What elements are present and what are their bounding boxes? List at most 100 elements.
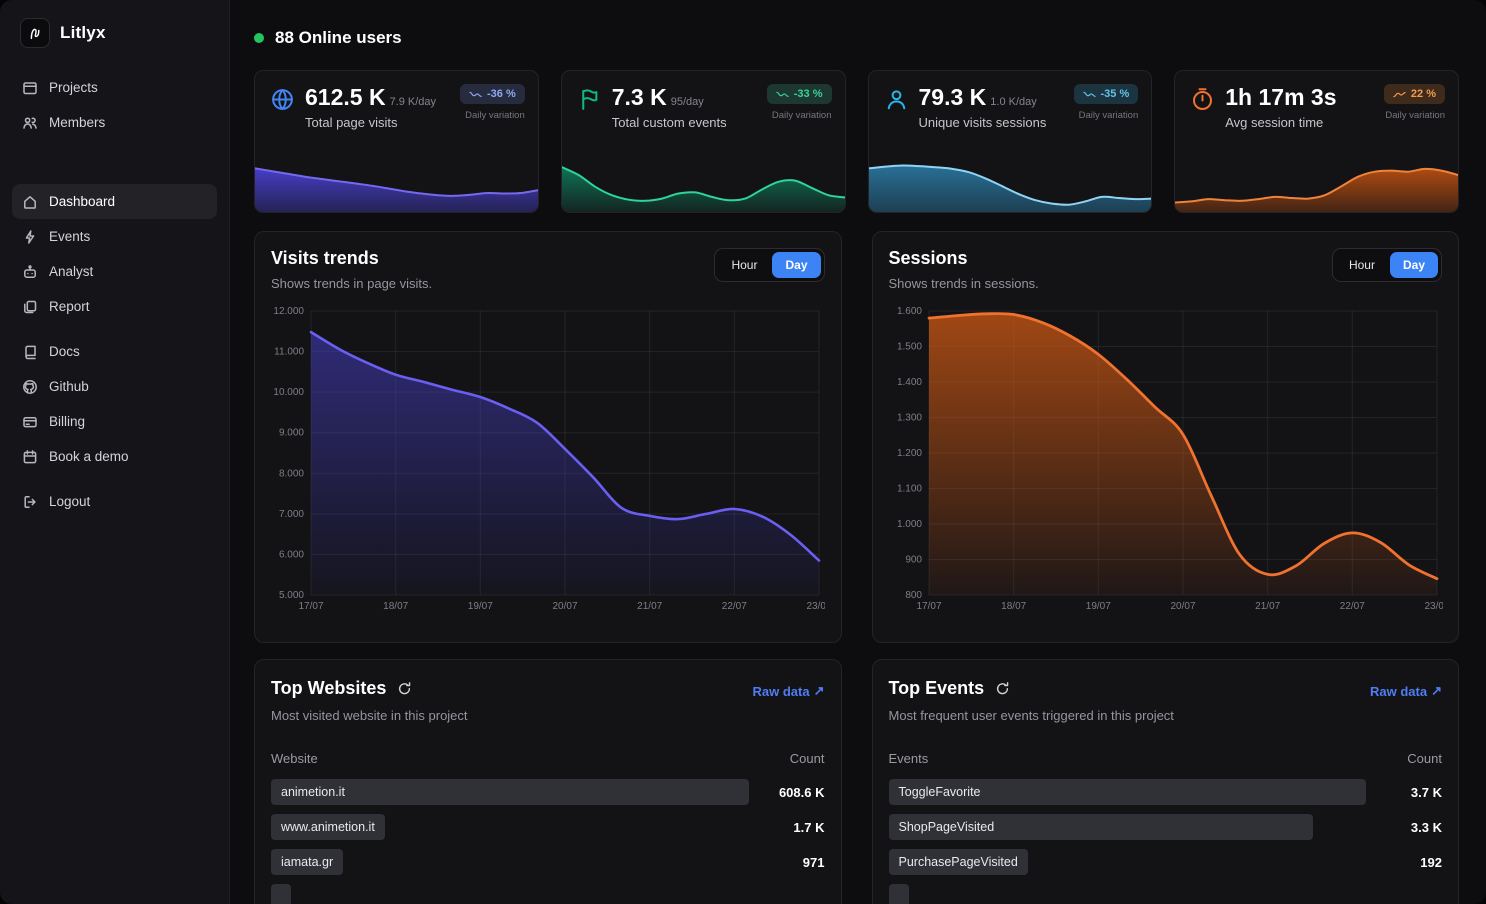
svg-text:1.300: 1.300 [896, 413, 921, 424]
stat-label: Total custom events [612, 115, 757, 130]
logout-icon [22, 494, 38, 510]
svg-text:900: 900 [905, 555, 922, 566]
users-icon [22, 115, 38, 131]
row-label: animetion.it [281, 785, 345, 799]
daily-variation-label: Daily variation [1074, 110, 1139, 121]
variation-badge: -36 % [460, 84, 525, 104]
toggle-hour-button[interactable]: Hour [718, 252, 770, 278]
svg-text:10.000: 10.000 [273, 387, 304, 398]
sidebar-spacer [12, 474, 217, 484]
table-title: Top Events [889, 678, 985, 699]
row-count: 192 [1378, 855, 1442, 870]
sidebar-item-dashboard[interactable]: Dashboard [12, 184, 217, 219]
row-bar: PurchasePageVisited [889, 849, 1028, 875]
svg-text:19/07: 19/07 [1085, 601, 1110, 612]
sidebar-item-label: Events [49, 229, 90, 244]
book-icon [22, 344, 38, 360]
table-row: iamata.gr 971 [271, 849, 825, 875]
sessions-card: Sessions Shows trends in sessions. Hour … [872, 231, 1460, 643]
sidebar-item-docs[interactable]: Docs [12, 334, 217, 369]
svg-text:20/07: 20/07 [552, 601, 577, 612]
app-window: Litlyx Projects Members Dashboard Events… [0, 0, 1486, 904]
row-label: www.animetion.it [281, 820, 375, 834]
bolt-icon [22, 229, 38, 245]
flag-icon [577, 87, 602, 112]
raw-data-link[interactable]: Raw data ↗ [753, 683, 825, 699]
table-title: Top Websites [271, 678, 386, 699]
row-bar: ShopPageVisited [889, 814, 1314, 840]
variation-badge: -33 % [767, 84, 832, 104]
svg-text:800: 800 [905, 590, 922, 601]
variation-badge: -35 % [1074, 84, 1139, 104]
stat-rate: 7.9 K/day [390, 96, 436, 108]
svg-text:7.000: 7.000 [279, 509, 304, 520]
svg-text:20/07: 20/07 [1170, 601, 1195, 612]
stat-label: Unique visits sessions [919, 115, 1064, 130]
sidebar: Litlyx Projects Members Dashboard Events… [0, 0, 230, 904]
svg-text:18/07: 18/07 [1001, 601, 1026, 612]
raw-data-link[interactable]: Raw data ↗ [1370, 683, 1442, 699]
table-row [271, 884, 825, 904]
sidebar-item-label: Book a demo [49, 449, 129, 464]
sidebar-item-projects[interactable]: Projects [12, 70, 217, 105]
row-bar: iamata.gr [271, 849, 343, 875]
stat-value: 1h 17m 3s [1225, 84, 1336, 110]
sidebar-item-book-a-demo[interactable]: Book a demo [12, 439, 217, 474]
row-bar: animetion.it [271, 779, 749, 805]
sidebar-item-label: Analyst [49, 264, 93, 279]
svg-text:17/07: 17/07 [298, 601, 323, 612]
toggle-day-button[interactable]: Day [1390, 252, 1438, 278]
toggle-day-button[interactable]: Day [772, 252, 820, 278]
sparkline-chart [255, 154, 538, 212]
table-row [889, 884, 1443, 904]
column-header-count: Count [1407, 751, 1442, 766]
sidebar-item-github[interactable]: Github [12, 369, 217, 404]
sidebar-item-label: Members [49, 115, 105, 130]
calendar-icon [22, 449, 38, 465]
svg-text:21/07: 21/07 [1255, 601, 1280, 612]
svg-text:1.100: 1.100 [896, 484, 921, 495]
charts-row: Visits trends Shows trends in page visit… [254, 231, 1459, 643]
sidebar-item-analyst[interactable]: Analyst [12, 254, 217, 289]
table-subtitle: Most frequent user events triggered in t… [889, 708, 1174, 723]
globe-icon [270, 87, 295, 112]
window-icon [22, 80, 38, 96]
sidebar-item-billing[interactable]: Billing [12, 404, 217, 439]
stat-value: 7.3 K [612, 84, 667, 110]
sparkline-chart [1175, 154, 1458, 212]
sidebar-item-label: Billing [49, 414, 85, 429]
sidebar-item-members[interactable]: Members [12, 105, 217, 140]
sidebar-item-events[interactable]: Events [12, 219, 217, 254]
svg-text:17/07: 17/07 [916, 601, 941, 612]
sidebar-item-label: Docs [49, 344, 80, 359]
online-dot-icon [254, 33, 264, 43]
sidebar-item-logout[interactable]: Logout [12, 484, 217, 519]
sidebar-spacer [12, 140, 217, 184]
row-bar: ToggleFavorite [889, 779, 1367, 805]
refresh-icon[interactable] [995, 681, 1010, 696]
toggle-hour-button[interactable]: Hour [1336, 252, 1388, 278]
table-row: ShopPageVisited 3.3 K [889, 814, 1443, 840]
svg-text:18/07: 18/07 [383, 601, 408, 612]
svg-text:23/07: 23/07 [806, 601, 825, 612]
sessions-line-chart: 1.6001.5001.4001.3001.2001.1001.00090080… [889, 305, 1443, 613]
table-subtitle: Most visited website in this project [271, 708, 468, 723]
sidebar-item-report[interactable]: Report [12, 289, 217, 324]
main-content: 88 Online users 612.5 K7.9 K/day Total p… [230, 0, 1486, 904]
sidebar-item-label: Report [49, 299, 90, 314]
sidebar-item-label: Logout [49, 494, 90, 509]
stat-rate: 1.0 K/day [990, 96, 1036, 108]
svg-text:21/07: 21/07 [637, 601, 662, 612]
daily-variation-label: Daily variation [1384, 110, 1445, 121]
row-label: ShopPageVisited [899, 820, 995, 834]
daily-variation-label: Daily variation [767, 110, 832, 121]
github-icon [22, 379, 38, 395]
row-count: 1.7 K [761, 820, 825, 835]
svg-text:19/07: 19/07 [468, 601, 493, 612]
interval-toggle: Hour Day [1332, 248, 1442, 282]
refresh-icon[interactable] [397, 681, 412, 696]
trend-down-icon [469, 90, 482, 99]
visits-trends-card: Visits trends Shows trends in page visit… [254, 231, 842, 643]
top-websites-card: Top Websites Most visited website in thi… [254, 659, 842, 904]
sidebar-item-label: Github [49, 379, 89, 394]
